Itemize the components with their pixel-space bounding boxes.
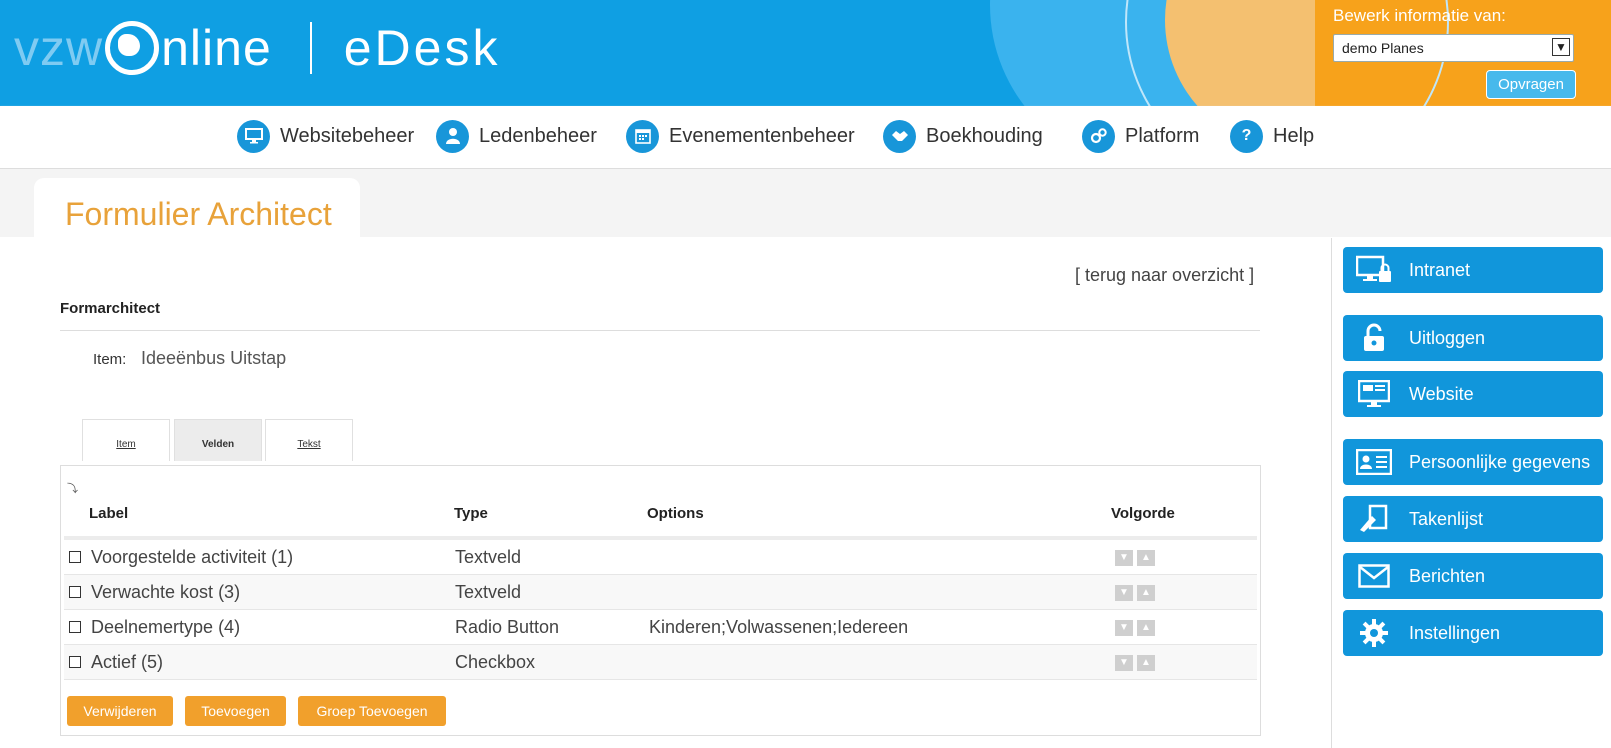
sidebar-divider bbox=[1331, 238, 1332, 748]
row-label: Voorgestelde activiteit (1) bbox=[91, 547, 294, 567]
logo[interactable]: vzw nline eDesk bbox=[14, 18, 500, 78]
nav-item-label: Boekhouding bbox=[926, 124, 1043, 147]
sidebar-item-label: Uitloggen bbox=[1409, 327, 1486, 348]
unlock-icon bbox=[1356, 320, 1392, 356]
nav-item-label: Help bbox=[1273, 124, 1315, 147]
table-row: Actief (5) Checkbox ▼ ▲ bbox=[64, 645, 1257, 680]
website-icon bbox=[1356, 376, 1392, 412]
column-header-type: Type bbox=[454, 505, 488, 522]
row-label: Actief (5) bbox=[91, 652, 164, 672]
sidebar-item-takenlijst[interactable]: Takenlijst bbox=[1343, 496, 1603, 542]
organisation-select-value: demo Planes bbox=[1342, 40, 1424, 56]
sidebar-item-persoonlijke-gegevens[interactable]: Persoonlijke gegevens bbox=[1343, 439, 1603, 485]
logo-o-mark-icon bbox=[105, 21, 160, 75]
sidebar-item-uitloggen[interactable]: Uitloggen bbox=[1343, 315, 1603, 361]
nav-item-label: Evenementenbeheer bbox=[669, 124, 855, 147]
delete-button[interactable]: Verwijderen bbox=[67, 696, 173, 726]
nav-item-label: Ledenbeheer bbox=[479, 124, 597, 147]
sidebar-item-label: Instellingen bbox=[1409, 622, 1501, 643]
sidebar-item-website[interactable]: Website bbox=[1343, 371, 1603, 417]
nav-item-label: Platform bbox=[1125, 124, 1200, 147]
row-checkbox[interactable] bbox=[69, 621, 81, 633]
page-title: Formulier Architect bbox=[65, 196, 332, 232]
sidebar-item-label: Website bbox=[1409, 383, 1474, 404]
add-group-button[interactable]: Groep Toevoegen bbox=[298, 696, 446, 726]
row-label: Verwachte kost (3) bbox=[91, 582, 241, 602]
logo-separator bbox=[309, 22, 312, 74]
tab-tekst[interactable]: Tekst bbox=[265, 419, 353, 461]
row-options: Kinderen;Volwassenen;Iedereen bbox=[649, 617, 909, 637]
sidebar-item-label: Persoonlijke gegevens bbox=[1409, 451, 1591, 472]
row-type: Textveld bbox=[455, 547, 522, 567]
logo-vzw: vzw bbox=[14, 20, 104, 76]
sidebar-item-label: Takenlijst bbox=[1409, 508, 1484, 529]
logo-product: eDesk bbox=[343, 20, 501, 76]
sidebar-item-berichten[interactable]: Berichten bbox=[1343, 553, 1603, 599]
row-checkbox[interactable] bbox=[69, 656, 81, 668]
column-header-label: Label bbox=[89, 505, 129, 522]
move-up-icon[interactable]: ▲ bbox=[1137, 655, 1155, 671]
column-header-volgorde: Volgorde bbox=[1111, 505, 1175, 522]
move-up-icon[interactable]: ▲ bbox=[1137, 585, 1155, 601]
nav-item-platform[interactable]: Platform bbox=[1082, 118, 1199, 154]
section-title: Formarchitect bbox=[60, 300, 161, 317]
item-value: Ideeënbus Uitstap bbox=[141, 348, 287, 368]
sidebar-item-label: Berichten bbox=[1409, 565, 1486, 586]
sidebar-item-label: Intranet bbox=[1409, 259, 1471, 280]
chevron-down-icon[interactable]: ▼ bbox=[1552, 38, 1570, 56]
row-type: Checkbox bbox=[455, 652, 536, 672]
nav-item-evenementenbeheer[interactable]: Evenementenbeheer bbox=[626, 118, 855, 154]
sidebar-item-instellingen[interactable]: Instellingen bbox=[1343, 610, 1603, 656]
gears-icon bbox=[1082, 119, 1115, 153]
logo-online: nline bbox=[161, 20, 272, 76]
row-checkbox[interactable] bbox=[69, 586, 81, 598]
table-row: Verwachte kost (3) Textveld ▼ ▲ bbox=[64, 575, 1257, 610]
table-row: Deelnemertype (4) Radio Button Kinderen;… bbox=[64, 610, 1257, 645]
row-label: Deelnemertype (4) bbox=[91, 617, 241, 637]
back-to-overview-link[interactable]: [ terug naar overzicht ] bbox=[1075, 265, 1254, 286]
nav-item-ledenbeheer[interactable]: Ledenbeheer bbox=[436, 118, 597, 154]
person-icon bbox=[436, 119, 469, 153]
sort-icon: ⤵ bbox=[67, 483, 78, 495]
move-down-icon[interactable]: ▼ bbox=[1115, 550, 1133, 566]
monitor-icon bbox=[237, 119, 270, 153]
edit-info-label: Bewerk informatie van: bbox=[1333, 6, 1506, 25]
request-button[interactable]: Opvragen bbox=[1486, 70, 1576, 99]
move-down-icon[interactable]: ▼ bbox=[1115, 585, 1133, 601]
page-title-tab: Formulier Architect bbox=[34, 178, 360, 238]
move-up-icon[interactable]: ▲ bbox=[1137, 620, 1155, 636]
header-banner: vzw nline eDesk Bewerk informatie van: d… bbox=[0, 0, 1611, 106]
envelope-icon bbox=[1356, 558, 1392, 594]
divider bbox=[60, 330, 1260, 331]
row-checkbox[interactable] bbox=[69, 551, 81, 563]
sidebar-item-intranet[interactable]: Intranet bbox=[1343, 247, 1603, 293]
calendar-icon bbox=[626, 119, 659, 153]
handshake-icon bbox=[883, 119, 916, 153]
move-down-icon[interactable]: ▼ bbox=[1115, 655, 1133, 671]
nav-item-websitebeheer[interactable]: Websitebeheer bbox=[237, 118, 414, 154]
table-row: Voorgestelde activiteit (1) Textveld ▼ ▲ bbox=[64, 540, 1257, 575]
nav-item-label: Websitebeheer bbox=[280, 124, 415, 147]
item-label: Item: bbox=[93, 351, 127, 368]
move-up-icon[interactable]: ▲ bbox=[1137, 550, 1155, 566]
add-button[interactable]: Toevoegen bbox=[185, 696, 286, 726]
tab-item[interactable]: Item bbox=[82, 419, 170, 461]
monitor-lock-icon bbox=[1356, 252, 1392, 288]
task-icon bbox=[1356, 501, 1392, 537]
organisation-select[interactable]: demo Planes ▼ bbox=[1333, 34, 1574, 62]
column-header-options: Options bbox=[647, 505, 704, 522]
main-nav: Websitebeheer Ledenbeheer Evenementenbeh… bbox=[0, 106, 1611, 169]
tab-velden[interactable]: Velden bbox=[174, 419, 262, 461]
id-card-icon bbox=[1356, 444, 1392, 480]
gear-icon bbox=[1356, 615, 1392, 651]
nav-item-help[interactable]: ? Help bbox=[1230, 118, 1314, 154]
question-icon: ? bbox=[1230, 119, 1263, 153]
move-down-icon[interactable]: ▼ bbox=[1115, 620, 1133, 636]
row-type: Radio Button bbox=[455, 617, 560, 637]
row-type: Textveld bbox=[455, 582, 522, 602]
nav-item-boekhouding[interactable]: Boekhouding bbox=[883, 118, 1043, 154]
